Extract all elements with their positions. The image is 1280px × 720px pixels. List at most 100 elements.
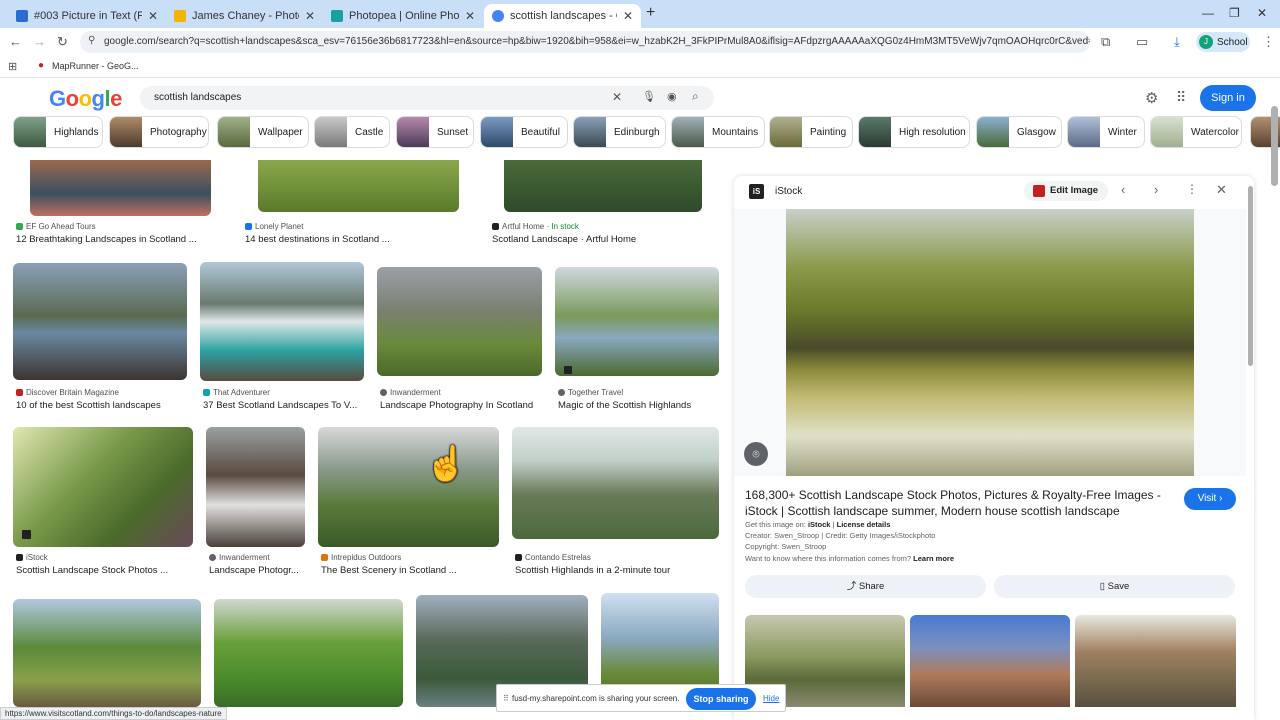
chip-highlands[interactable]: Highlands <box>13 116 103 148</box>
close-tab-icon[interactable]: ✕ <box>148 9 158 23</box>
reload-icon[interactable]: ↻ <box>57 34 68 50</box>
chrome-menu-icon[interactable]: ⋮ <box>1262 34 1275 50</box>
result-source[interactable]: Inwanderment <box>380 388 441 397</box>
drag-handle-icon[interactable]: ⠿ <box>503 694 509 703</box>
result-image[interactable] <box>13 263 187 380</box>
stop-sharing-button[interactable]: Stop sharing <box>686 688 756 710</box>
chip-beautiful[interactable]: Beautiful <box>480 116 568 148</box>
sign-in-button[interactable]: Sign in <box>1200 85 1256 111</box>
result-image[interactable] <box>555 267 719 376</box>
search-box[interactable]: scottish landscapes ✕ 🎙 ◉ ⌕ <box>140 86 714 110</box>
result-image[interactable] <box>214 599 403 707</box>
tab-photopea-picture-in-text[interactable]: #003 Picture in Text (Photop... ✕ <box>8 4 166 28</box>
edit-image-button[interactable]: Edit Image <box>1024 181 1108 201</box>
panel-source-name[interactable]: iStock <box>775 186 802 197</box>
result-image[interactable] <box>13 427 193 547</box>
close-panel-icon[interactable]: ✕ <box>1216 182 1227 198</box>
hide-link[interactable]: Hide <box>763 694 779 703</box>
forward-icon[interactable]: → <box>33 34 46 49</box>
result-source[interactable]: iStock <box>16 553 48 562</box>
close-tab-icon[interactable]: ✕ <box>465 9 475 23</box>
result-image[interactable] <box>377 267 542 376</box>
result-source[interactable]: Artful Home · In stock <box>492 222 579 231</box>
lens-search-icon[interactable]: ⌾ <box>744 442 768 466</box>
search-icon[interactable]: ⌕ <box>692 89 699 104</box>
page-scrollbar[interactable] <box>1271 106 1278 186</box>
result-image[interactable] <box>13 599 201 707</box>
previous-icon[interactable]: ‹ <box>1121 182 1125 197</box>
result-source[interactable]: Discover Britain Magazine <box>16 388 119 397</box>
related-image[interactable] <box>910 615 1070 707</box>
bookmark-maprunner[interactable]: MapRunner - GeoG... <box>52 61 139 71</box>
share-button[interactable]: ⤴ Share <box>745 575 986 598</box>
panel-scrollbar[interactable] <box>1248 186 1253 366</box>
chip-photography[interactable]: Photography <box>109 116 209 148</box>
result-image[interactable] <box>318 427 499 547</box>
apps-grid-icon[interactable]: ⊞ <box>8 60 17 73</box>
result-image[interactable] <box>30 160 211 216</box>
result-caption[interactable]: Scottish Highlands in a 2-minute tour <box>515 565 720 576</box>
address-bar[interactable]: ⚲ google.com/search?q=scottish+landscape… <box>80 31 1090 53</box>
back-icon[interactable]: ← <box>9 34 22 49</box>
tab-photopea[interactable]: Photopea | Online Photo Editor ✕ <box>323 4 483 28</box>
result-source[interactable]: Intrepidus Outdoors <box>321 553 401 562</box>
visit-button[interactable]: Visit › <box>1184 488 1236 510</box>
next-icon[interactable]: › <box>1154 182 1158 197</box>
chip-painting[interactable]: Painting <box>769 116 853 148</box>
chip-watercolor[interactable]: Watercolor <box>1150 116 1242 148</box>
license-details-link[interactable]: License details <box>837 520 891 529</box>
lens-icon[interactable]: ◉ <box>667 90 677 103</box>
close-tab-icon[interactable]: ✕ <box>305 9 315 23</box>
result-source[interactable]: EF Go Ahead Tours <box>16 222 96 231</box>
tab-google-search[interactable]: scottish landscapes - Google Se... ✕ <box>484 4 641 28</box>
result-image[interactable] <box>504 160 702 212</box>
result-source[interactable]: Together Travel <box>558 388 623 397</box>
result-caption[interactable]: Landscape Photogr... <box>209 565 309 576</box>
result-source[interactable]: Lonely Planet <box>245 222 303 231</box>
google-apps-icon[interactable]: ⠿ <box>1176 89 1186 106</box>
result-image[interactable] <box>200 262 364 381</box>
panel-image-title[interactable]: 168,300+ Scottish Landscape Stock Photos… <box>745 487 1170 519</box>
chip-wallpaper[interactable]: Wallpaper <box>217 116 309 148</box>
google-logo[interactable]: Google <box>49 86 122 112</box>
chip-glasgow[interactable]: Glasgow <box>976 116 1062 148</box>
result-caption[interactable]: Magic of the Scottish Highlands <box>558 400 723 411</box>
chip-sunset[interactable]: Sunset <box>396 116 474 148</box>
chip-mountains[interactable]: Mountains <box>671 116 765 148</box>
result-source[interactable]: Inwanderment <box>209 553 270 562</box>
extensions-icon[interactable]: ⧉ <box>1101 34 1110 50</box>
download-icon[interactable]: ⤓ <box>1174 34 1180 50</box>
save-button[interactable]: ▯ Save <box>994 575 1235 598</box>
chip-winter[interactable]: Winter <box>1067 116 1145 148</box>
restore-icon[interactable]: ❐ <box>1229 6 1240 20</box>
result-caption[interactable]: Landscape Photography In Scotland <box>380 400 550 411</box>
search-input[interactable]: scottish landscapes <box>154 92 241 103</box>
chip-high-resolution[interactable]: High resolution <box>858 116 970 148</box>
clear-icon[interactable]: ✕ <box>612 90 622 104</box>
microphone-icon[interactable]: 🎙 <box>642 90 656 103</box>
tab-james-chaney[interactable]: James Chaney - Photopea "Pict... ✕ <box>166 4 323 28</box>
result-caption[interactable]: 12 Breathtaking Landscapes in Scotland .… <box>16 234 226 245</box>
close-tab-icon[interactable]: ✕ <box>623 9 633 23</box>
chip-edinburgh[interactable]: Edinburgh <box>573 116 666 148</box>
result-image[interactable] <box>258 160 459 212</box>
result-source[interactable]: That Adventurer <box>203 388 270 397</box>
related-image[interactable] <box>1075 615 1236 707</box>
preview-image[interactable] <box>786 209 1194 476</box>
result-caption[interactable]: Scotland Landscape · Artful Home <box>492 234 712 245</box>
result-caption[interactable]: The Best Scenery in Scotland ... <box>321 565 501 576</box>
result-source[interactable]: Contando Estrelas <box>515 553 591 562</box>
result-caption[interactable]: 10 of the best Scottish landscapes <box>16 400 196 411</box>
profile-button[interactable]: J School <box>1196 32 1250 52</box>
close-window-icon[interactable]: ✕ <box>1257 6 1267 20</box>
more-options-icon[interactable]: ⋮ <box>1186 182 1198 196</box>
learn-more-link[interactable]: Learn more <box>913 554 954 563</box>
minimize-icon[interactable]: — <box>1202 6 1214 20</box>
chip-castle[interactable]: Castle <box>314 116 390 148</box>
get-image-site[interactable]: iStock <box>808 520 831 529</box>
cast-icon[interactable]: ▭ <box>1136 34 1148 50</box>
settings-gear-icon[interactable]: ⚙ <box>1145 89 1158 107</box>
site-info-icon[interactable]: ⚲ <box>88 35 95 46</box>
result-caption[interactable]: 37 Best Scotland Landscapes To V... <box>203 400 369 411</box>
result-caption[interactable]: 14 best destinations in Scotland ... <box>245 234 465 245</box>
